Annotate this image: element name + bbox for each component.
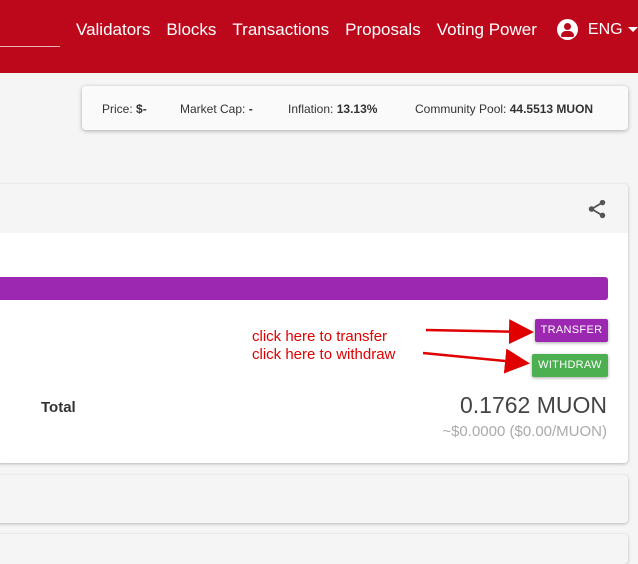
total-fiat-value: ~$0.0000 ($0.00/MUON) — [442, 423, 607, 440]
collapsed-panel-2[interactable] — [0, 534, 628, 564]
stat-inflation: Inflation: 13.13% — [288, 102, 377, 116]
nav-voting-power[interactable]: Voting Power — [437, 20, 537, 40]
nav-transactions[interactable]: Transactions — [232, 20, 329, 40]
arrow-to-withdraw — [422, 348, 530, 374]
account-circle-icon[interactable] — [556, 19, 578, 40]
inflation-value: 13.13% — [336, 102, 378, 116]
total-label: Total — [41, 399, 76, 416]
market-cap-label: Market Cap: — [180, 102, 246, 116]
arrow-to-transfer — [425, 319, 534, 345]
stat-price: Price: $- — [102, 102, 147, 116]
nav-validators[interactable]: Validators — [76, 20, 150, 40]
collapsed-panel[interactable] — [0, 475, 628, 523]
community-pool-value: 44.5513 MUON — [509, 102, 594, 116]
community-pool-label: Community Pool: — [415, 102, 507, 116]
withdraw-button[interactable]: WITHDRAW — [532, 354, 608, 377]
total-value: 0.1762 MUON — [459, 392, 607, 418]
annotation-arrows — [422, 319, 534, 374]
stat-market-cap: Market Cap: - — [180, 102, 253, 116]
search-underline[interactable] — [0, 46, 60, 47]
nav-blocks[interactable]: Blocks — [166, 20, 216, 40]
stat-community-pool: Community Pool: 44.5513 MUON — [415, 102, 593, 116]
transfer-button[interactable]: TRANSFER — [535, 319, 608, 342]
language-label[interactable]: ENG — [588, 21, 623, 39]
main-nav: Validators Blocks Transactions Proposals… — [76, 19, 638, 40]
price-value: $- — [136, 102, 147, 116]
chevron-down-icon[interactable] — [627, 27, 638, 32]
inflation-label: Inflation: — [288, 102, 334, 116]
nav-proposals[interactable]: Proposals — [345, 20, 421, 40]
account-balance-card: click here to transfer click here to wit… — [0, 184, 628, 463]
language-menu[interactable]: ENG — [556, 19, 638, 40]
top-navbar: Validators Blocks Transactions Proposals… — [0, 0, 638, 73]
price-label: Price: — [102, 102, 133, 116]
market-cap-value: - — [248, 102, 253, 116]
chain-stats-card: Price: $- Market Cap: - Inflation: 13.13… — [82, 86, 628, 130]
